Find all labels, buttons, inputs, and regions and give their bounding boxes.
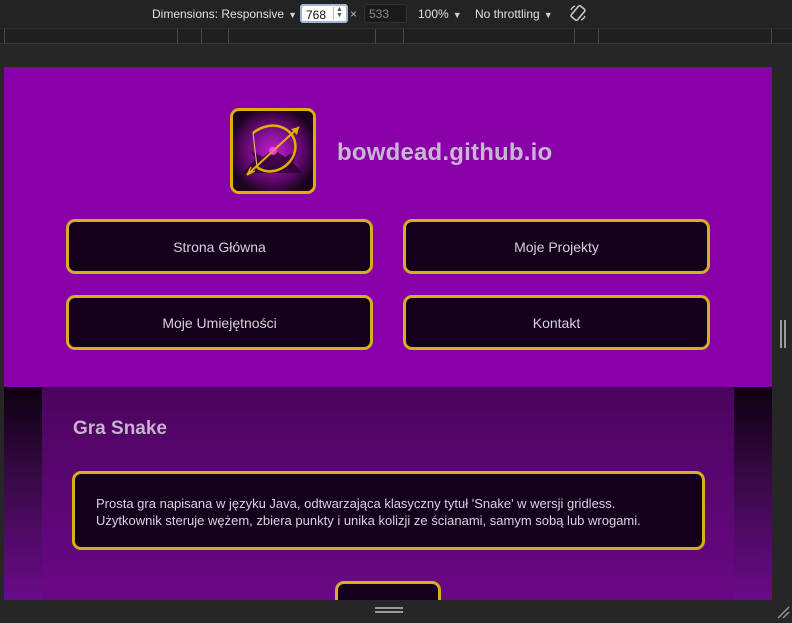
nav-button-projects[interactable]: Moje Projekty [403, 219, 710, 274]
rotate-icon[interactable] [569, 4, 587, 22]
chevron-down-icon: ▼ [452, 10, 462, 20]
ruler-tick [598, 29, 599, 44]
ruler-tick [177, 29, 178, 44]
ruler-tick [574, 29, 575, 44]
width-value: 768 [306, 8, 327, 22]
ruler-tick [771, 29, 772, 44]
throttling-dropdown[interactable]: No throttling ▼ [475, 7, 553, 21]
media-query-ruler [0, 28, 792, 44]
project-description: Prosta gra napisana w języku Java, odtwa… [72, 471, 705, 550]
nav-button-home[interactable]: Strona Główna [66, 219, 373, 274]
nav-button-label: Kontakt [532, 314, 581, 331]
height-input[interactable]: 533 [364, 4, 407, 23]
nav-button-label: Moje Projekty [514, 238, 599, 255]
chevron-down-icon: ▼ [288, 10, 297, 20]
description-line: Użytkownik steruje wężem, zbiera punkty … [96, 513, 641, 528]
site-title[interactable]: bowdead.github.io [337, 139, 552, 167]
width-input[interactable]: 768 ▲ ▼ [300, 4, 348, 23]
ruler-tick [403, 29, 404, 44]
ruler-tick [228, 29, 229, 44]
dimensions-label: Dimensions: Responsive [152, 7, 285, 21]
times-sign: × [350, 7, 358, 21]
zoom-dropdown[interactable]: 100% ▼ [418, 7, 462, 21]
nav-button-label: Strona Główna [173, 238, 266, 255]
emulated-viewport: bowdead.github.io Strona Główna Moje Pro… [4, 67, 772, 600]
ruler-tick [4, 29, 5, 44]
stepper-icon[interactable]: ▲ ▼ [333, 6, 345, 20]
chevron-down-icon: ▼ [543, 10, 553, 20]
ruler-tick [375, 29, 376, 44]
nav-button-contact[interactable]: Kontakt [403, 295, 710, 350]
site-logo[interactable] [230, 108, 316, 194]
dimensions-dropdown[interactable]: Dimensions: Responsive ▼ [152, 7, 297, 21]
nav-button-skills[interactable]: Moje Umiejętności [66, 295, 373, 350]
left-gutter [4, 387, 42, 600]
resize-handle-bottom[interactable] [375, 607, 403, 613]
resize-handle-right[interactable] [780, 320, 786, 348]
zoom-label: 100% [418, 7, 449, 21]
description-line: Prosta gra napisana w języku Java, odtwa… [96, 496, 616, 511]
project-title: Gra Snake [73, 418, 167, 439]
project-section: Gra Snake Prosta gra napisana w języku J… [42, 387, 734, 600]
right-gutter [734, 387, 772, 600]
bow-arrow-logo-icon [233, 111, 313, 191]
nav-button-label: Moje Umiejętności [162, 314, 277, 331]
throttling-label: No throttling [475, 7, 540, 21]
height-value: 533 [369, 7, 390, 21]
ruler-tick [201, 29, 202, 44]
resize-corner-icon[interactable] [776, 605, 790, 619]
devtools-device-toolbar: Dimensions: Responsive ▼ 768 ▲ ▼ × 533 100… [0, 0, 792, 28]
project-action-button[interactable] [335, 581, 441, 600]
site-header: bowdead.github.io Strona Główna Moje Pro… [4, 67, 772, 387]
